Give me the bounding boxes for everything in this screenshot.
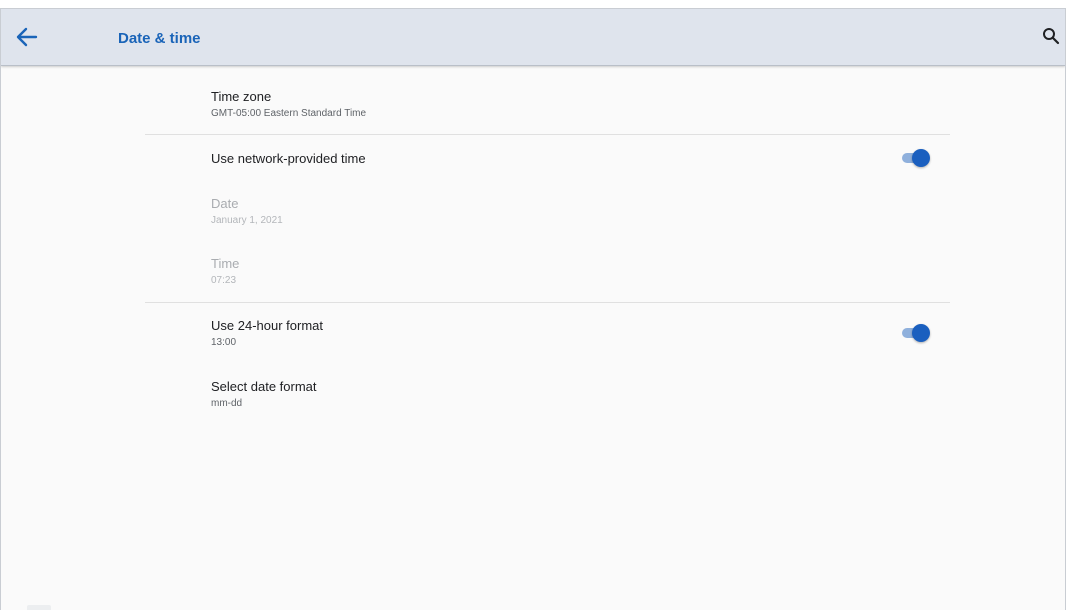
setting-summary: 13:00 — [211, 337, 237, 348]
24-hour-format-toggle[interactable] — [902, 324, 930, 342]
settings-window: Date & time Time zone GMT-05:00 Eastern … — [0, 8, 1066, 610]
page-title: Date & time — [118, 30, 201, 47]
setting-time: Time 07:23 — [145, 256, 950, 296]
setting-network-time[interactable]: Use network-provided time — [145, 149, 950, 173]
setting-date: Date January 1, 2021 — [145, 196, 950, 236]
setting-title: Time zone — [211, 89, 272, 104]
divider — [145, 134, 950, 135]
setting-title: Use 24-hour format — [211, 318, 323, 333]
setting-title: Use network-provided time — [211, 151, 366, 166]
setting-24-hour-format[interactable]: Use 24-hour format 13:00 — [145, 318, 950, 358]
toggle-thumb — [912, 324, 930, 342]
setting-title: Time — [211, 256, 240, 271]
setting-summary: mm-dd — [211, 398, 243, 409]
search-icon — [1043, 28, 1060, 45]
search-button[interactable] — [1041, 26, 1063, 48]
arrow-left-icon — [16, 27, 38, 47]
divider — [145, 302, 950, 303]
setting-date-format[interactable]: Select date format mm-dd — [145, 379, 950, 419]
nav-handle — [27, 605, 51, 610]
back-button[interactable] — [13, 23, 41, 51]
setting-summary: January 1, 2021 — [211, 215, 283, 226]
toggle-thumb — [912, 149, 930, 167]
app-bar: Date & time — [1, 9, 1065, 66]
network-time-toggle[interactable] — [902, 149, 930, 167]
setting-time-zone[interactable]: Time zone GMT-05:00 Eastern Standard Tim… — [145, 89, 950, 129]
setting-title: Select date format — [211, 379, 317, 394]
setting-summary: GMT-05:00 Eastern Standard Time — [211, 108, 367, 119]
setting-summary: 07:23 — [211, 275, 237, 286]
setting-title: Date — [211, 196, 239, 211]
